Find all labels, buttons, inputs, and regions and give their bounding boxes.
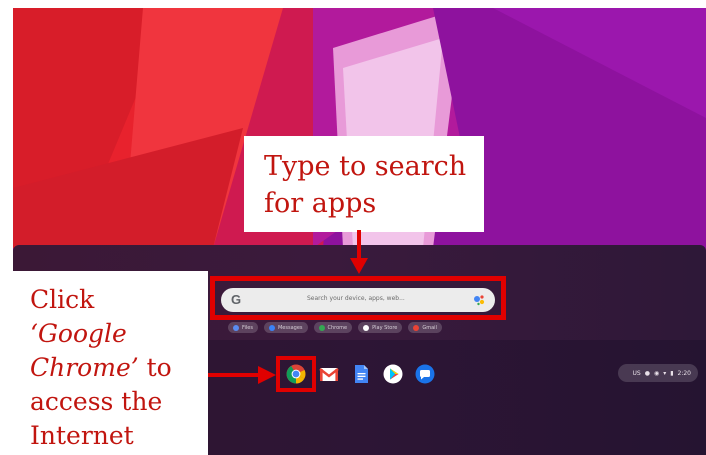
status-tray[interactable]: US ● ◉ ▾ ▮ 2:20 xyxy=(618,364,698,382)
callout-line: Chrome’ to xyxy=(30,351,208,385)
callout-line-italic: Chrome’ xyxy=(30,353,139,382)
chip-chrome[interactable]: Chrome xyxy=(313,322,353,333)
chip-messages[interactable]: Messages xyxy=(263,322,308,333)
callout-line: for apps xyxy=(264,188,377,219)
chrome-instruction-text: Click ‘Google Chrome’ to access the Inte… xyxy=(30,283,208,453)
gmail-icon xyxy=(413,324,420,331)
callout-line-italic: ‘Google xyxy=(30,319,127,348)
callout-line: ‘Google xyxy=(30,317,208,351)
search-instruction-callout: Type to search for apps xyxy=(244,136,484,232)
gmail-icon[interactable] xyxy=(319,364,339,384)
callout-line: Internet xyxy=(30,421,134,450)
chip-label: Play Store xyxy=(372,324,398,331)
play-store-icon[interactable] xyxy=(383,364,403,384)
docs-icon[interactable] xyxy=(351,364,371,384)
right-arrow-icon xyxy=(208,366,276,384)
wifi-icon: ▾ xyxy=(663,369,667,377)
suggestion-chips: Files Messages Chrome Play Store Gmail xyxy=(228,322,442,334)
chip-gmail[interactable]: Gmail xyxy=(408,322,442,333)
notification-icon: ◉ xyxy=(653,369,660,377)
clock: 2:20 xyxy=(677,369,691,377)
chip-files[interactable]: Files xyxy=(228,322,258,333)
files-icon xyxy=(233,324,239,331)
messages-icon[interactable] xyxy=(415,364,435,384)
play-store-icon xyxy=(363,324,370,331)
callout-line: Type to search xyxy=(264,151,467,182)
chip-play-store[interactable]: Play Store xyxy=(358,322,403,333)
microphone-icon: ● xyxy=(644,369,650,377)
chip-label: Messages xyxy=(277,324,303,331)
messages-icon xyxy=(268,324,275,331)
input-method-label: US xyxy=(632,369,641,377)
callout-line: Click xyxy=(30,285,95,314)
down-arrow-icon xyxy=(350,230,368,274)
chrome-instruction-callout: Click ‘Google Chrome’ to access the Inte… xyxy=(13,271,208,455)
search-highlight-box xyxy=(210,276,506,320)
callout-line: access the xyxy=(30,387,163,416)
callout-line-rest: to xyxy=(138,353,172,382)
search-instruction-text: Type to search for apps xyxy=(264,148,479,222)
battery-icon: ▮ xyxy=(670,369,674,377)
chrome-highlight-box xyxy=(276,356,316,392)
chip-label: Gmail xyxy=(422,324,437,331)
chip-label: Files xyxy=(242,324,253,331)
chrome-icon xyxy=(318,324,325,331)
chip-label: Chrome xyxy=(327,324,348,331)
screenshot-stage: ▲ G Search your device, apps, web... Fil… xyxy=(0,0,706,455)
